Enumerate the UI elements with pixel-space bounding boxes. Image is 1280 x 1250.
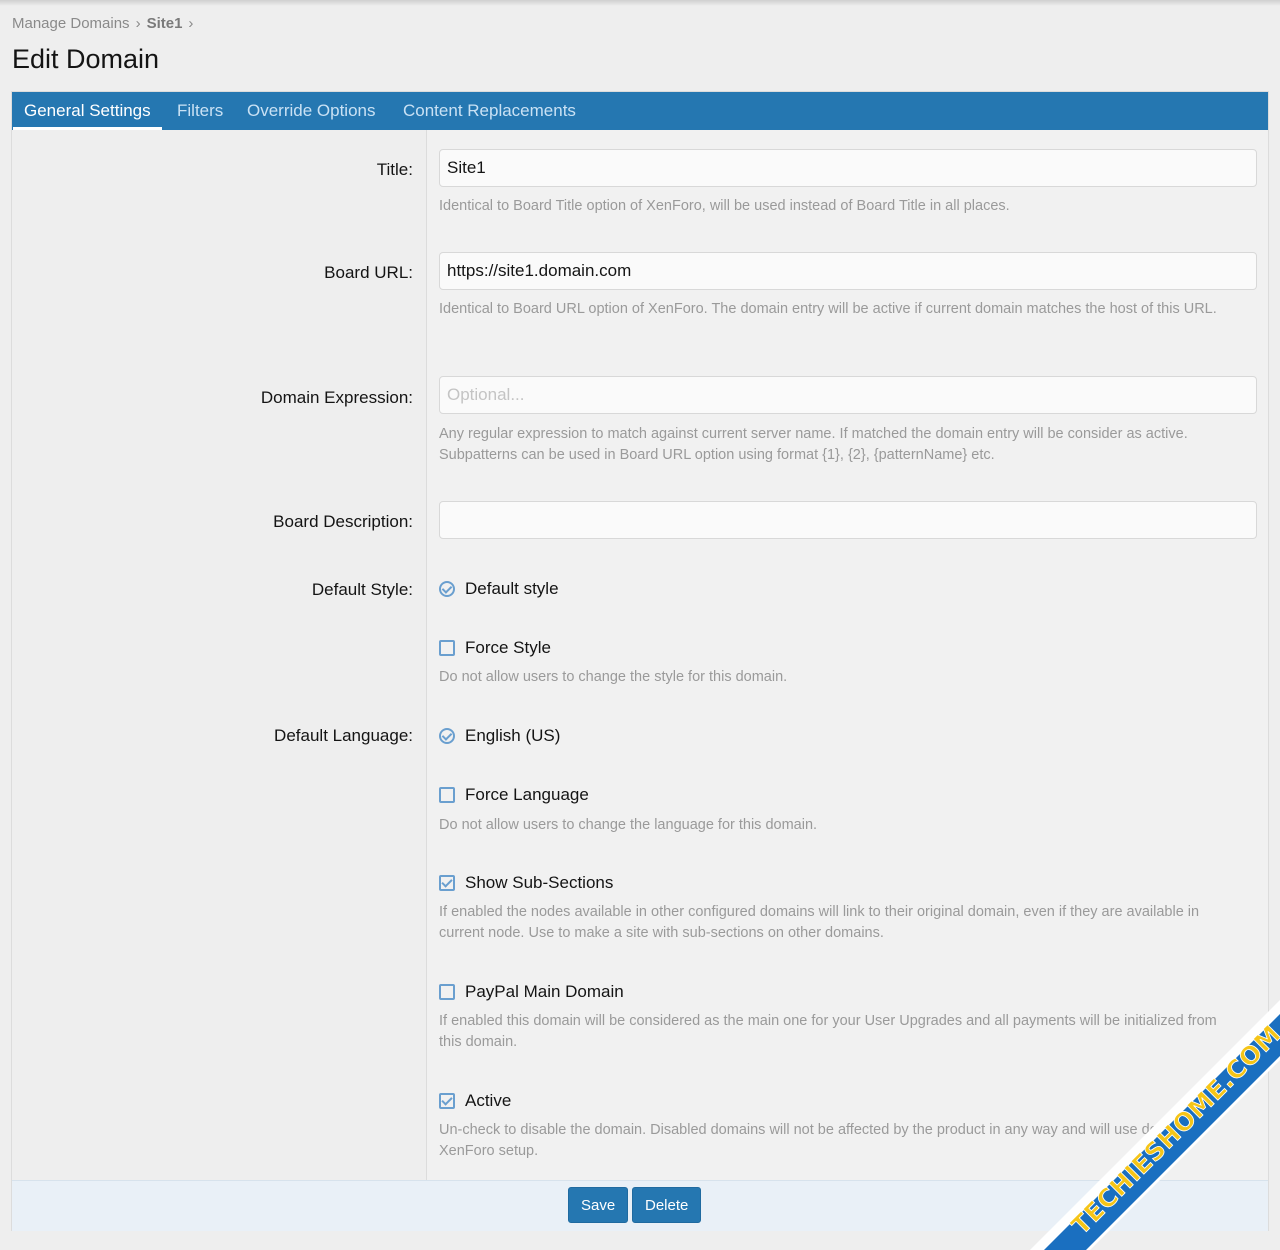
delete-button[interactable]: Delete xyxy=(632,1187,702,1223)
default-language-label: Default Language: xyxy=(274,726,413,745)
selected-radio-icon[interactable] xyxy=(439,581,455,597)
checkbox-unchecked-icon[interactable] xyxy=(439,984,455,1000)
page-title: Edit Domain xyxy=(12,44,160,74)
board-url-input[interactable] xyxy=(439,252,1257,290)
force-style-label: Force Style xyxy=(465,638,551,657)
top-shadow xyxy=(0,0,1280,6)
edit-domain-panel: General Settings Filters Override Option… xyxy=(11,91,1269,1231)
checkbox-checked-icon[interactable] xyxy=(439,1093,455,1109)
label-column xyxy=(12,130,427,1180)
form-submit-row: Save Delete xyxy=(12,1180,1268,1231)
active-hint: Un-check to disable the domain. Disabled… xyxy=(439,1122,1186,1159)
domain-expression-hint: Any regular expression to match against … xyxy=(439,426,1188,463)
board-description-input[interactable] xyxy=(439,501,1257,539)
tab-filters[interactable]: Filters xyxy=(166,92,234,130)
force-style-hint: Do not allow users to change the style f… xyxy=(439,669,788,685)
breadcrumb-item-site1[interactable]: Site1 xyxy=(147,15,183,32)
active-checkbox[interactable]: Active xyxy=(439,1091,511,1111)
breadcrumb-item-manage-domains[interactable]: Manage Domains xyxy=(12,15,130,32)
tab-content-replacements[interactable]: Content Replacements xyxy=(392,92,587,130)
selected-radio-icon[interactable] xyxy=(439,728,455,744)
force-language-hint: Do not allow users to change the languag… xyxy=(439,817,818,833)
checkbox-unchecked-icon[interactable] xyxy=(439,640,455,656)
checkbox-checked-icon[interactable] xyxy=(439,875,455,891)
board-description-label: Board Description: xyxy=(273,512,413,531)
default-language-option[interactable]: English (US) xyxy=(439,726,560,746)
force-language-label: Force Language xyxy=(465,785,589,804)
show-sub-sections-hint: If enabled the nodes available in other … xyxy=(439,904,1200,941)
tab-bar: General Settings Filters Override Option… xyxy=(12,92,1268,130)
paypal-main-domain-hint: If enabled this domain will be considere… xyxy=(439,1013,1217,1050)
show-sub-sections-checkbox[interactable]: Show Sub-Sections xyxy=(439,873,613,893)
force-language-checkbox[interactable]: Force Language xyxy=(439,785,589,805)
breadcrumb-separator-icon: › xyxy=(188,15,194,32)
force-style-checkbox[interactable]: Force Style xyxy=(439,638,551,658)
tab-general-settings[interactable]: General Settings xyxy=(13,92,162,130)
title-label: Title: xyxy=(376,160,413,179)
board-url-hint: Identical to Board URL option of XenForo… xyxy=(439,301,1217,317)
title-input[interactable] xyxy=(439,149,1257,187)
domain-expression-label: Domain Expression: xyxy=(260,388,413,407)
checkbox-unchecked-icon[interactable] xyxy=(439,787,455,803)
default-style-label: Default Style: xyxy=(311,580,413,599)
show-sub-sections-label: Show Sub-Sections xyxy=(465,873,614,892)
paypal-main-domain-checkbox[interactable]: PayPal Main Domain xyxy=(439,982,624,1002)
default-style-option[interactable]: Default style xyxy=(439,579,559,599)
default-language-value: English (US) xyxy=(465,726,561,745)
title-hint: Identical to Board Title option of XenFo… xyxy=(439,198,1010,214)
default-style-value: Default style xyxy=(465,579,559,598)
breadcrumb: Manage Domains › Site1 › xyxy=(12,15,199,32)
board-url-label: Board URL: xyxy=(324,263,413,282)
breadcrumb-separator-icon: › xyxy=(135,15,141,32)
save-button[interactable]: Save xyxy=(568,1187,629,1223)
paypal-main-domain-label: PayPal Main Domain xyxy=(465,982,624,1001)
active-label: Active xyxy=(465,1091,512,1110)
domain-expression-input[interactable] xyxy=(439,376,1257,414)
tab-override-options[interactable]: Override Options xyxy=(236,92,387,130)
